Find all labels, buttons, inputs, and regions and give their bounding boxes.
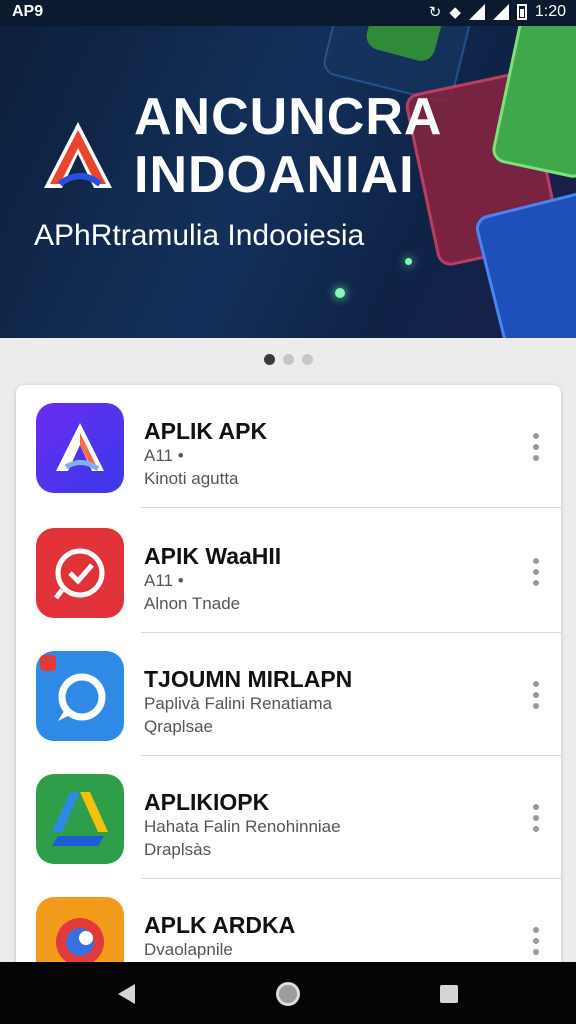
app-meta: Paplivà Falini Renatiama: [144, 694, 333, 713]
decor-glow: [405, 258, 412, 265]
brand-a-logo-icon: [44, 122, 112, 188]
app-list-card: APLIK APK A11 • Kinoti agutta APIK WaaHI…: [16, 385, 561, 985]
signal-icon: [468, 4, 485, 20]
app-meta: Hahata Falin Renohinniae: [144, 817, 341, 836]
list-item[interactable]: APLIK APK A11 • Kinoti agutta: [16, 385, 561, 508]
list-item[interactable]: APIK WaaHII A11 • Alnon Tnade: [16, 510, 561, 633]
clock: 1:20: [534, 3, 566, 20]
banner-title-line2: INDOANIAI: [134, 146, 415, 204]
app-name: APIK WaaHII: [144, 543, 282, 569]
app-category: Draplsàs: [144, 840, 212, 859]
drive-triangle-icon: [36, 774, 124, 864]
system-navigation-bar: [0, 962, 576, 1024]
more-options-icon[interactable]: [532, 804, 540, 832]
decor-glow: [335, 288, 345, 298]
more-options-icon[interactable]: [532, 433, 540, 461]
carousel-dot-active[interactable]: [263, 354, 275, 365]
carousel-indicator: [0, 354, 576, 365]
back-icon[interactable]: [118, 984, 135, 1004]
chat-ring-icon: [36, 651, 124, 741]
carrier-label: AP9: [12, 3, 44, 20]
wifi-icon: ◆: [449, 4, 461, 21]
carousel-dot[interactable]: [301, 354, 313, 365]
app-name: APLIK APK: [144, 418, 268, 444]
app-category: Qraplsae: [144, 717, 213, 736]
list-item[interactable]: TJOUMN MIRLAPN Paplivà Falini Renatiama …: [16, 633, 561, 756]
check-badge-icon: [36, 528, 124, 618]
app-category: Alnon Tnade: [144, 594, 241, 613]
app-name: TJOUMN MIRLAPN: [144, 666, 353, 692]
more-options-icon[interactable]: [532, 927, 540, 955]
home-icon[interactable]: [276, 982, 300, 1006]
app-name: APLIKIOPK: [144, 789, 270, 815]
app-meta: A11 •: [144, 571, 184, 590]
recents-icon[interactable]: [440, 985, 458, 1003]
carousel-dot[interactable]: [282, 354, 294, 365]
app-category: Kinoti agutta: [144, 469, 239, 488]
signal-icon-2: [492, 4, 509, 20]
app-meta: Dvaolapnile: [144, 940, 233, 959]
app-name: APLK ARDKA: [144, 912, 296, 938]
status-icons: ↻ ◆ 1:20: [429, 3, 566, 21]
status-bar: AP9 ↻ ◆ 1:20: [0, 0, 576, 26]
banner-title: ANCUNCRA INDOANIAI: [134, 88, 442, 204]
battery-icon: [516, 4, 527, 20]
more-options-icon[interactable]: [532, 681, 540, 709]
a-logo-icon: [36, 403, 124, 493]
app-meta: A11 •: [144, 446, 184, 465]
list-item[interactable]: APLIKIOPK Hahata Falin Renohinniae Drapl…: [16, 756, 561, 879]
banner-subtitle: APhRtramulia Indooiesia: [34, 219, 365, 252]
divider: [141, 507, 561, 508]
notification-icon: ↻: [428, 4, 442, 21]
banner-title-line1: ANCUNCRA: [134, 88, 443, 146]
decor-tile: [489, 26, 576, 181]
more-options-icon[interactable]: [532, 558, 540, 586]
promo-banner[interactable]: ANCUNCRA INDOANIAI APhRtramulia Indooies…: [0, 26, 576, 338]
